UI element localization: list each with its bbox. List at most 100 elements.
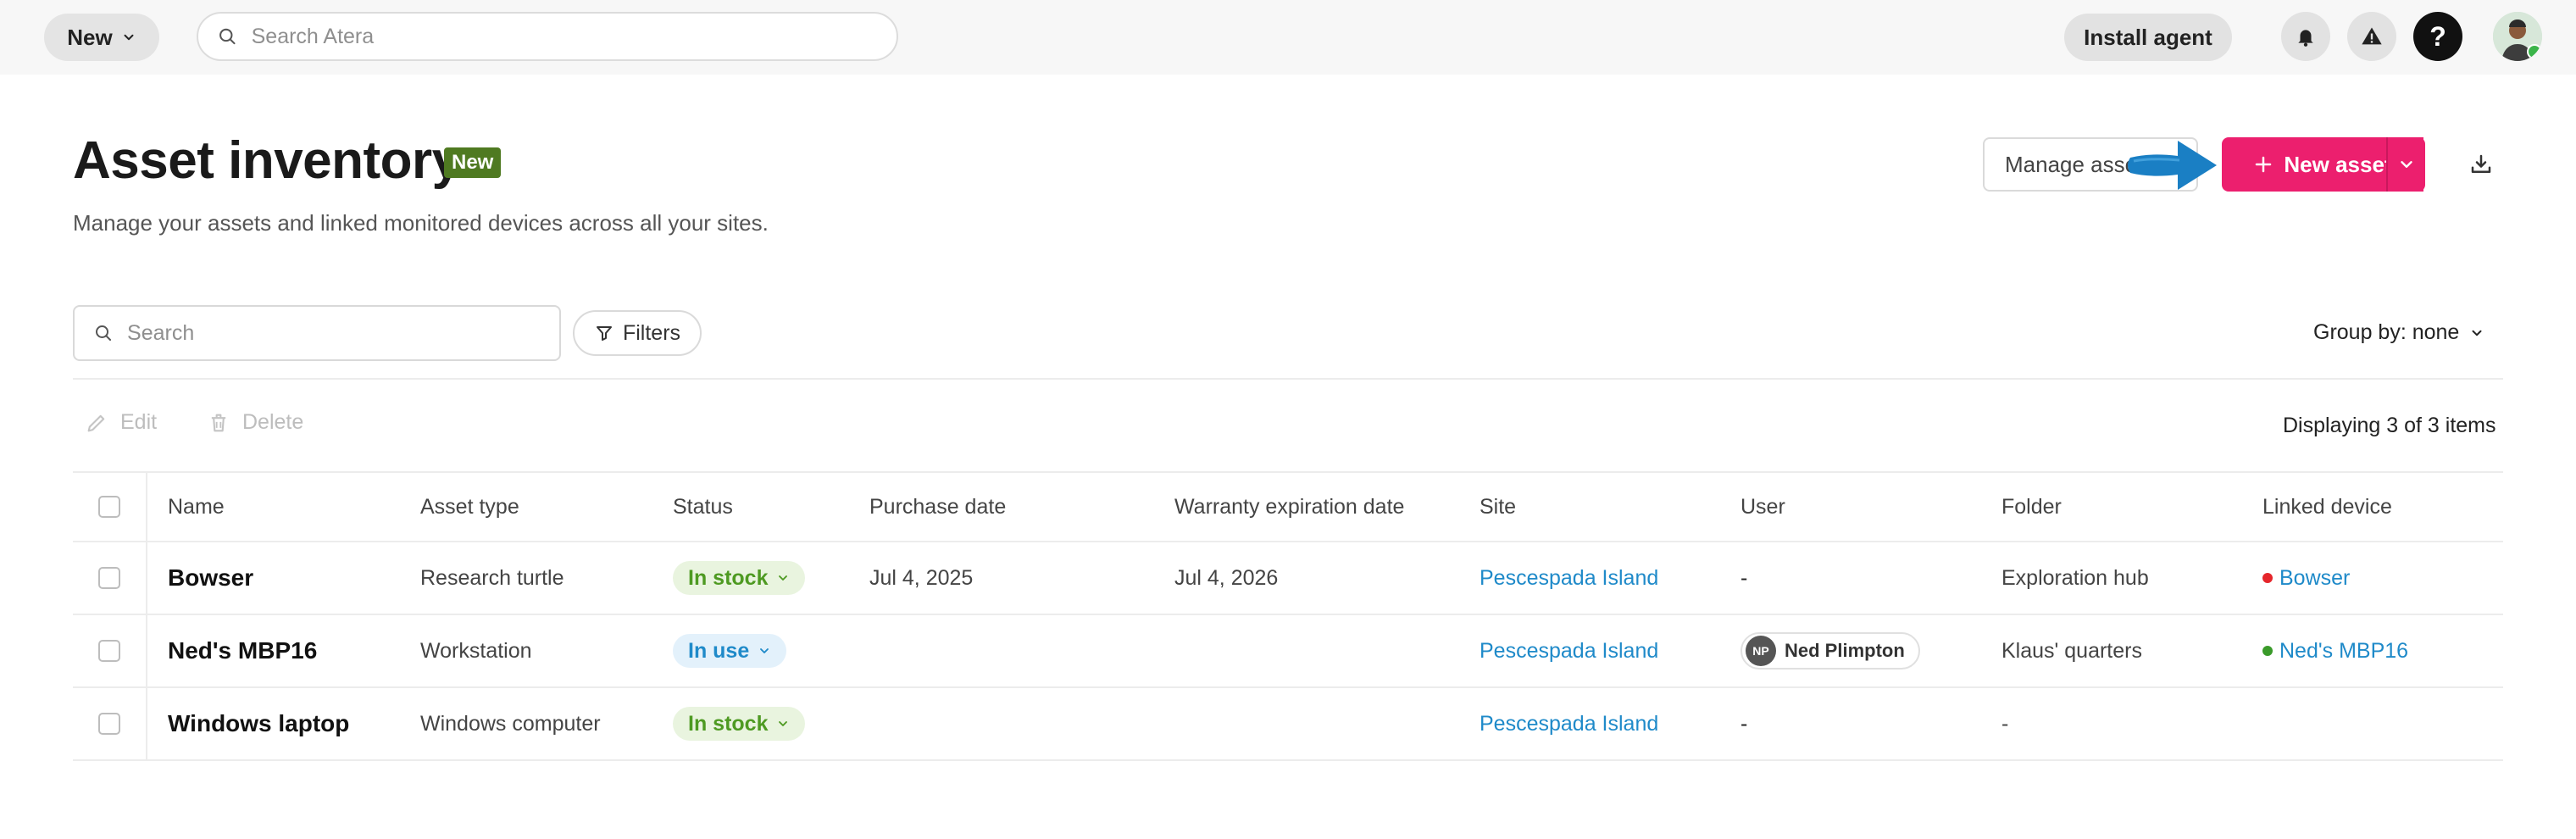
status-label: In stock bbox=[688, 711, 769, 736]
column-header-warranty[interactable]: Warranty expiration date bbox=[1174, 473, 1404, 541]
install-agent-button[interactable]: Install agent bbox=[2064, 14, 2232, 61]
status-cell: In use bbox=[673, 615, 787, 686]
filter-icon bbox=[596, 326, 612, 341]
filters-button[interactable]: Filters bbox=[573, 310, 702, 356]
status-dropdown[interactable]: In use bbox=[673, 634, 787, 668]
asset-type: Research turtle bbox=[420, 565, 564, 590]
export-button[interactable] bbox=[2461, 144, 2501, 185]
help-icon: ? bbox=[2429, 20, 2446, 52]
asset-table: Name Asset type Status Purchase date War… bbox=[73, 473, 2503, 761]
asset-type: Windows computer bbox=[420, 711, 601, 736]
user-initials-avatar: NP bbox=[1746, 636, 1776, 666]
filters-label: Filters bbox=[622, 320, 681, 345]
delete-button[interactable]: Delete bbox=[207, 410, 303, 435]
user-avatar[interactable] bbox=[2493, 12, 2542, 61]
linked-device-link[interactable]: Ned's MBP16 bbox=[2279, 639, 2408, 664]
column-header-purchase-date[interactable]: Purchase date bbox=[869, 473, 1006, 541]
table-row[interactable]: Bowser Research turtle In stock Jul 4, 2… bbox=[73, 542, 2503, 615]
edit-button[interactable]: Edit bbox=[85, 410, 157, 435]
asset-search-input[interactable] bbox=[125, 319, 559, 347]
linked-device-cell: Ned's MBP16 bbox=[2262, 615, 2408, 686]
user-value: - bbox=[1740, 565, 1748, 590]
column-header-name[interactable]: Name bbox=[168, 473, 225, 541]
pointer-arrow-icon bbox=[2128, 141, 2217, 190]
row-select-cell bbox=[73, 542, 147, 614]
asset-name[interactable]: Windows laptop bbox=[168, 688, 349, 759]
warranty-date: Jul 4, 2026 bbox=[1174, 565, 1279, 590]
asset-search[interactable] bbox=[73, 305, 561, 361]
items-count: Displaying 3 of 3 items bbox=[2283, 414, 2496, 437]
column-header-user[interactable]: User bbox=[1740, 473, 1785, 541]
warning-icon bbox=[2362, 27, 2382, 45]
status-cell: In stock bbox=[673, 542, 806, 614]
linked-device-cell: Bowser bbox=[2262, 542, 2350, 614]
linked-device-link[interactable]: Bowser bbox=[2279, 566, 2350, 591]
edit-label: Edit bbox=[120, 410, 158, 434]
site-link[interactable]: Pescespada Island bbox=[1480, 615, 1658, 686]
device-online-dot bbox=[2262, 646, 2273, 656]
site-link[interactable]: Pescespada Island bbox=[1480, 688, 1658, 759]
folder-value: - bbox=[2001, 711, 2009, 736]
chevron-down-icon bbox=[2472, 330, 2482, 336]
status-label: In stock bbox=[688, 565, 769, 590]
pencil-icon bbox=[87, 414, 105, 431]
global-search[interactable] bbox=[197, 12, 898, 61]
device-offline-dot bbox=[2262, 573, 2273, 583]
status-dropdown[interactable]: In stock bbox=[673, 707, 806, 741]
page-subtitle: Manage your assets and linked monitored … bbox=[73, 210, 769, 236]
site-link[interactable]: Pescespada Island bbox=[1480, 542, 1658, 614]
chevron-down-icon bbox=[760, 648, 769, 653]
user-chip[interactable]: NP Ned Plimpton bbox=[1740, 632, 1920, 670]
chevron-down-icon bbox=[124, 34, 134, 41]
asset-type: Workstation bbox=[420, 638, 532, 663]
chevron-down-icon bbox=[779, 575, 788, 581]
purchase-date: Jul 4, 2025 bbox=[869, 565, 974, 590]
new-menu-button[interactable]: New bbox=[44, 14, 159, 61]
status-label: In use bbox=[688, 638, 750, 663]
row-select-cell bbox=[73, 615, 147, 686]
trash-icon bbox=[211, 414, 226, 431]
top-bar: New Install agent ? bbox=[0, 0, 2576, 75]
row-checkbox[interactable] bbox=[98, 640, 120, 662]
folder-value: Exploration hub bbox=[2001, 565, 2149, 590]
asset-name[interactable]: Ned's MBP16 bbox=[168, 615, 317, 686]
chevron-down-icon bbox=[779, 721, 788, 726]
chevron-down-icon bbox=[2401, 161, 2412, 168]
search-icon bbox=[219, 28, 236, 45]
install-agent-label: Install agent bbox=[2084, 24, 2212, 50]
column-header-status[interactable]: Status bbox=[673, 473, 733, 541]
folder-value: Klaus' quarters bbox=[2001, 638, 2142, 663]
table-row[interactable]: Windows laptop Windows computer In stock… bbox=[73, 688, 2503, 761]
plus-icon bbox=[2256, 156, 2272, 173]
status-cell: In stock bbox=[673, 688, 806, 759]
row-checkbox[interactable] bbox=[98, 567, 120, 589]
user-name: Ned Plimpton bbox=[1785, 640, 1905, 661]
notifications-button[interactable] bbox=[2281, 12, 2330, 61]
download-icon bbox=[2471, 154, 2491, 173]
row-checkbox[interactable] bbox=[98, 713, 120, 735]
table-header-row: Name Asset type Status Purchase date War… bbox=[73, 473, 2503, 542]
help-button[interactable]: ? bbox=[2413, 12, 2462, 61]
column-header-folder[interactable]: Folder bbox=[2001, 473, 2062, 541]
online-status-dot bbox=[2527, 44, 2542, 59]
user-cell: NP Ned Plimpton bbox=[1740, 615, 1920, 686]
asset-name[interactable]: Bowser bbox=[168, 542, 253, 614]
new-menu-label: New bbox=[67, 24, 113, 50]
select-all-checkbox[interactable] bbox=[98, 496, 120, 518]
divider bbox=[73, 378, 2503, 380]
page-title: Asset inventory bbox=[73, 131, 461, 190]
group-by-dropdown[interactable]: Group by: none bbox=[2313, 320, 2484, 345]
column-header-asset-type[interactable]: Asset type bbox=[420, 473, 519, 541]
new-badge: New bbox=[444, 147, 502, 178]
table-row[interactable]: Ned's MBP16 Workstation In use Pescespad… bbox=[73, 615, 2503, 688]
row-select-cell bbox=[73, 688, 147, 759]
status-dropdown[interactable]: In stock bbox=[673, 561, 806, 595]
bell-icon bbox=[2298, 30, 2313, 47]
column-header-linked-device[interactable]: Linked device bbox=[2262, 473, 2392, 541]
alerts-button[interactable] bbox=[2347, 12, 2396, 61]
column-header-site[interactable]: Site bbox=[1480, 473, 1516, 541]
global-search-input[interactable] bbox=[249, 23, 897, 50]
new-asset-dropdown-button[interactable] bbox=[2386, 137, 2425, 192]
group-by-label: Group by: none bbox=[2313, 320, 2460, 344]
user-value: - bbox=[1740, 711, 1748, 736]
